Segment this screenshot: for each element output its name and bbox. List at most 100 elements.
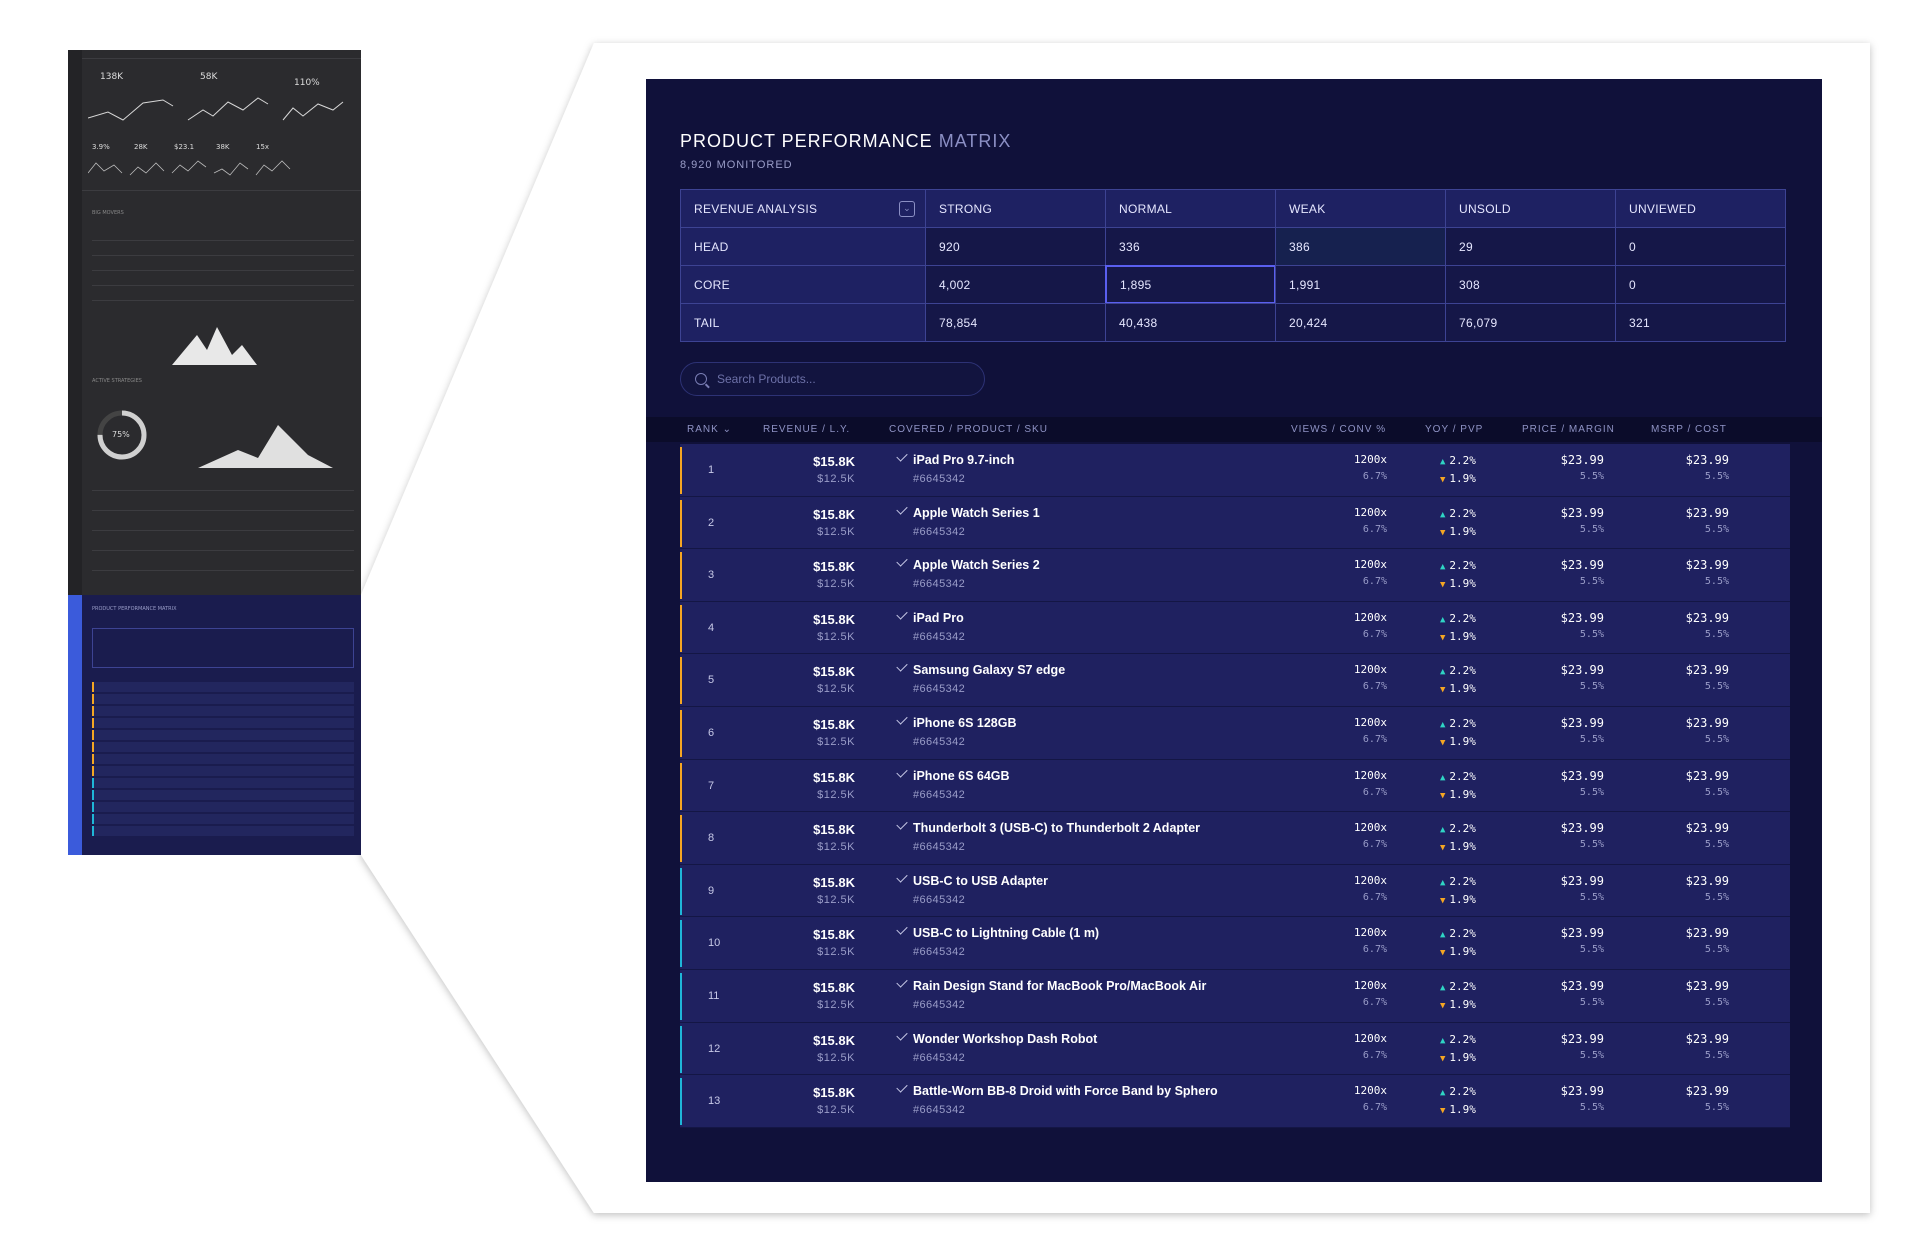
matrix-col-normal[interactable]: NORMAL — [1105, 189, 1276, 228]
col-header-msrp[interactable]: MSRP / COST — [1651, 424, 1727, 435]
matrix-col-unviewed[interactable]: UNVIEWED — [1615, 189, 1786, 228]
row-product-name[interactable]: USB-C to Lightning Cable (1 m) — [913, 926, 1099, 940]
row-product-name[interactable]: USB-C to USB Adapter — [913, 874, 1048, 888]
matrix-cell[interactable]: 4,002 — [925, 265, 1106, 304]
check-icon[interactable] — [896, 608, 908, 620]
row-margin: 5.5% — [1579, 576, 1604, 588]
matrix-cell[interactable]: 0 — [1615, 265, 1786, 304]
thumbnail-row — [92, 754, 354, 764]
row-yoy: ▲ 2.2% — [1440, 927, 1476, 940]
check-icon[interactable] — [896, 818, 908, 830]
row-product-name[interactable]: Thunderbolt 3 (USB-C) to Thunderbolt 2 A… — [913, 821, 1200, 835]
matrix-analysis-selector[interactable]: REVENUE ANALYSIS ⌄ — [680, 189, 926, 228]
table-row[interactable]: 12 $15.8K $12.5K Wonder Workshop Dash Robot… — [680, 1022, 1790, 1076]
row-yoy-value: 2.2% — [1449, 874, 1476, 888]
row-price: $23.99 — [1560, 558, 1604, 573]
triangle-up-icon: ▲ — [1440, 772, 1446, 783]
check-icon[interactable] — [896, 871, 908, 883]
thumbnail-sidebar — [68, 50, 82, 595]
row-pvp: ▼ 1.9% — [1440, 998, 1476, 1011]
col-header-yoy[interactable]: YOY / PVP — [1425, 424, 1483, 435]
matrix-cell-selected[interactable]: 1,895 — [1105, 265, 1276, 304]
row-revenue-last-year: $12.5K — [817, 578, 855, 591]
sort-chevron-icon[interactable]: ⌄ — [723, 424, 732, 435]
row-product-name[interactable]: Wonder Workshop Dash Robot — [913, 1032, 1097, 1046]
check-icon[interactable] — [896, 502, 908, 515]
row-product-name[interactable]: Samsung Galaxy S7 edge — [913, 663, 1065, 677]
col-header-product[interactable]: COVERED / PRODUCT / SKU — [889, 424, 1048, 435]
matrix-cell[interactable]: 29 — [1445, 227, 1616, 266]
col-header-views[interactable]: VIEWS / CONV % — [1291, 424, 1386, 435]
row-pvp-value: 1.9% — [1449, 734, 1476, 748]
col-header-price[interactable]: PRICE / MARGIN — [1522, 424, 1615, 435]
row-yoy-value: 2.2% — [1449, 822, 1476, 836]
row-product-name[interactable]: iPad Pro — [913, 611, 964, 625]
row-product-name[interactable]: Battle-Worn BB-8 Droid with Force Band b… — [913, 1084, 1218, 1098]
thumbnail-section-product-performance: PRODUCT PERFORMANCE MATRIX — [92, 606, 177, 612]
check-icon[interactable] — [896, 660, 908, 673]
check-icon[interactable] — [896, 555, 908, 567]
row-product-name[interactable]: iPad Pro 9.7-inch — [913, 453, 1014, 467]
matrix-cell[interactable]: 321 — [1615, 303, 1786, 342]
check-icon[interactable] — [896, 1028, 908, 1041]
search-box[interactable] — [680, 362, 985, 396]
check-icon[interactable] — [896, 450, 908, 462]
search-input[interactable] — [717, 372, 957, 386]
row-revenue-last-year: $12.5K — [817, 683, 855, 696]
matrix-cell[interactable]: 76,079 — [1445, 303, 1616, 342]
row-product-name[interactable]: Rain Design Stand for MacBook Pro/MacBoo… — [913, 979, 1206, 993]
matrix-cell[interactable]: 386 — [1275, 227, 1446, 266]
col-header-rank[interactable]: RANK ⌄ — [687, 424, 732, 435]
row-rank: 7 — [708, 779, 715, 792]
row-views: 1200x — [1353, 453, 1387, 466]
table-row[interactable]: 13 $15.8K $12.5K Battle-Worn BB-8 Droid wit… — [680, 1075, 1790, 1128]
thumbnail-header-line — [82, 58, 361, 59]
matrix-col-weak[interactable]: WEAK — [1275, 189, 1446, 228]
col-header-revenue[interactable]: REVENUE / L.Y. — [763, 424, 850, 435]
check-icon[interactable] — [896, 765, 908, 778]
matrix-col-strong[interactable]: STRONG — [925, 189, 1106, 228]
table-row[interactable]: 1 $15.8K $12.5K iPad Pro 9.7-inch #6645342 12… — [680, 444, 1790, 497]
matrix-cell[interactable]: 920 — [925, 227, 1106, 266]
check-icon[interactable] — [896, 713, 908, 725]
table-row[interactable]: 3 $15.8K $12.5K Apple Watch Series 2 #664534… — [680, 549, 1790, 602]
table-row[interactable]: 11 $15.8K $12.5K Rain Design Stand for MacB… — [680, 969, 1790, 1023]
table-row[interactable]: 5 $15.8K $12.5K Samsung Galaxy S7 edge #6645… — [680, 654, 1790, 707]
matrix-cell[interactable]: 0 — [1615, 227, 1786, 266]
row-product-name[interactable]: iPhone 6S 64GB — [913, 769, 1010, 783]
thumbnail-strategy-chart — [198, 425, 333, 468]
check-icon[interactable] — [896, 1081, 908, 1093]
table-row[interactable]: 6 $15.8K $12.5K iPhone 6S 128GB #6645342 1200… — [680, 706, 1790, 760]
col-header-rank-label: RANK — [687, 424, 719, 435]
row-product-name[interactable]: Apple Watch Series 2 — [913, 558, 1040, 572]
row-revenue-last-year: $12.5K — [817, 893, 855, 906]
table-row[interactable]: 4 $15.8K $12.5K iPad Pro #6645342 1200x 6.7% ▲ 2… — [680, 601, 1790, 655]
check-icon[interactable] — [896, 976, 908, 988]
check-icon[interactable] — [896, 923, 908, 936]
table-row[interactable]: 2 $15.8K $12.5K Apple Watch Series 1 #664534… — [680, 496, 1790, 550]
row-product-name[interactable]: iPhone 6S 128GB — [913, 716, 1017, 730]
table-row[interactable]: 10 $15.8K $12.5K USB-C to Lightning Cable (… — [680, 917, 1790, 970]
row-accent-bar — [680, 867, 682, 915]
row-sku: #6645342 — [913, 578, 966, 591]
matrix-cell[interactable]: 308 — [1445, 265, 1616, 304]
product-table-body: 1 $15.8K $12.5K iPad Pro 9.7-inch #6645342 12… — [680, 444, 1790, 1128]
chevron-down-icon[interactable]: ⌄ — [899, 200, 915, 217]
row-conversion: 6.7% — [1362, 786, 1387, 798]
row-conversion: 6.7% — [1362, 681, 1387, 693]
table-row[interactable]: 8 $15.8K $12.5K Thunderbolt 3 (USB-C) to Th… — [680, 812, 1790, 865]
matrix-col-unsold[interactable]: UNSOLD — [1445, 189, 1616, 228]
matrix-cell[interactable]: 40,438 — [1105, 303, 1276, 342]
row-product-name[interactable]: Apple Watch Series 1 — [913, 506, 1040, 520]
row-yoy: ▲ 2.2% — [1440, 664, 1476, 677]
table-row[interactable]: 9 $15.8K $12.5K USB-C to USB Adapter #664534… — [680, 864, 1790, 918]
table-row[interactable]: 7 $15.8K $12.5K iPhone 6S 64GB #6645342 1200x… — [680, 759, 1790, 813]
thumbnail-row — [92, 742, 354, 752]
dashboard-thumbnail[interactable]: 138K 58K 110% 3.9% 28K $23.1 38K 15x BIG… — [68, 50, 361, 855]
matrix-cell[interactable]: 336 — [1105, 227, 1276, 266]
matrix-cell[interactable]: 20,424 — [1275, 303, 1446, 342]
thumbnail-row-accent — [92, 766, 94, 776]
matrix-cell[interactable]: 1,991 — [1275, 265, 1446, 304]
matrix-cell[interactable]: 78,854 — [925, 303, 1106, 342]
monitored-count: 8,920 MONITORED — [680, 159, 793, 171]
